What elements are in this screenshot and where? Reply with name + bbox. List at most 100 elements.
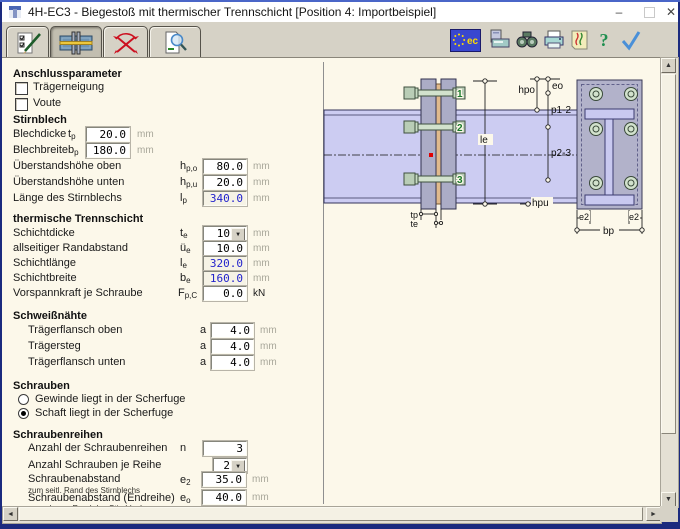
scroll-left-button[interactable]: ◄ <box>3 507 18 521</box>
abstand-seitlich-input[interactable]: 35.0 <box>202 472 246 487</box>
svg-text:3: 3 <box>457 175 463 186</box>
randabstand-unit: mm <box>253 241 270 256</box>
randabstand-input[interactable]: 10.0 <box>203 241 247 256</box>
report-notes-button[interactable] <box>567 28 593 52</box>
print-button[interactable] <box>541 28 567 52</box>
ueberstand-oben-input[interactable]: 80.0 <box>203 159 247 174</box>
ueberstand-unten-symbol: hp,u <box>180 175 197 192</box>
dimension-labels-front: e2 e2 bp <box>579 211 640 237</box>
gewinde-radio[interactable] <box>18 394 29 405</box>
gewinde-radio-label: Gewinde liegt in der Scherfuge <box>35 392 185 407</box>
tab-connection-geometry[interactable] <box>50 26 102 58</box>
blechbreite-input[interactable]: 180.0 <box>86 143 130 158</box>
scroll-right-button[interactable]: ► <box>646 507 661 521</box>
vorspannkraft-unit: kN <box>253 286 265 301</box>
weld-unten-input[interactable]: 4.0 <box>211 355 254 370</box>
tab-input-check[interactable] <box>6 26 49 58</box>
svg-text:e2: e2 <box>579 212 589 222</box>
maximize-button[interactable] <box>636 2 662 22</box>
ueberstand-oben-symbol: hp,o <box>180 159 197 176</box>
ueberstand-oben-unit: mm <box>253 159 270 174</box>
schaft-radio[interactable] <box>18 408 29 419</box>
print-copy-icon <box>488 28 512 52</box>
schichtbreite-label: Schichtbreite <box>13 271 77 286</box>
scroll-up-button[interactable]: ▲ <box>661 58 676 73</box>
weld-steg-input[interactable]: 4.0 <box>211 339 254 354</box>
weld-unten-label: Trägerflansch unten <box>28 355 125 370</box>
svg-text:p1-2: p1-2 <box>551 105 571 116</box>
ueberstand-oben-label: Überstandshöhe oben <box>13 159 121 174</box>
loads-cross-arrows-icon <box>110 30 142 56</box>
weld-steg-unit: mm <box>260 339 277 354</box>
section-trennschicht: thermische Trennschicht <box>13 212 143 226</box>
vertical-scroll-thumb[interactable] <box>661 74 676 434</box>
chevron-down-icon[interactable]: ▼ <box>231 228 245 241</box>
title-bar: 4H-EC3 - Biegestoß mit thermischer Trenn… <box>2 2 678 22</box>
app-icon <box>8 5 22 19</box>
beam-splice-icon <box>58 30 94 56</box>
ueberstand-unten-label: Überstandshöhe unten <box>13 175 124 190</box>
blechdicke-input[interactable]: 20.0 <box>86 127 130 142</box>
schichtbreite-unit: mm <box>253 271 270 286</box>
voute-checkbox[interactable] <box>15 98 28 111</box>
vorspannkraft-input[interactable]: 0.0 <box>203 286 247 301</box>
traegerneigung-checkbox[interactable] <box>15 82 28 95</box>
binoculars-icon <box>515 28 539 52</box>
svg-text:hpu: hpu <box>532 198 549 209</box>
vorspannkraft-symbol: Fp,C <box>178 286 197 303</box>
svg-text:2: 2 <box>457 123 463 134</box>
abstand-endreihe-input[interactable]: 40.0 <box>202 490 246 505</box>
svg-text:le: le <box>480 135 488 146</box>
scroll-down-button[interactable]: ▼ <box>661 492 676 507</box>
horizontal-scroll-thumb[interactable] <box>19 507 643 521</box>
section-schweissnaehte: Schweißnähte <box>13 309 87 323</box>
section-schrauben: Schrauben <box>13 379 70 393</box>
thermal-layer <box>436 84 441 204</box>
svg-text:hpo: hpo <box>518 85 535 96</box>
abstand-seitlich-unit: mm <box>252 472 269 487</box>
confirm-check-icon <box>619 28 643 52</box>
schichtlaenge-output: 320.0 <box>203 256 247 271</box>
blechdicke-symbol: tp <box>68 127 76 144</box>
weld-unten-unit: mm <box>260 355 277 370</box>
eurocode-button[interactable]: ec <box>449 28 481 52</box>
print-copy-button[interactable] <box>487 28 513 52</box>
svg-text:ec: ec <box>467 36 479 47</box>
abstand-seitlich-symbol: e2 <box>180 473 191 490</box>
weld-steg-label: Trägersteg <box>28 339 81 354</box>
weld-oben-label: Trägerflansch oben <box>28 323 122 338</box>
radio-dot <box>21 411 26 416</box>
blechbreite-symbol: bp <box>68 143 79 160</box>
svg-text:bp: bp <box>603 226 615 237</box>
tab-report-preview[interactable] <box>149 26 201 58</box>
report-notes-icon <box>568 28 592 52</box>
schichtdicke-unit: mm <box>253 226 270 241</box>
svg-text:te: te <box>410 219 418 229</box>
laenge-stirnblech-unit: mm <box>253 191 270 206</box>
help-button[interactable]: ? <box>594 28 614 52</box>
blechdicke-label: Blechdicke <box>13 127 66 142</box>
anzahl-reihen-input[interactable]: 3 <box>203 441 247 456</box>
checklist-pencil-icon <box>12 30 44 56</box>
vertical-scrollbar[interactable]: ▲ ▼ <box>660 57 679 508</box>
section-stirnblech: Stirnblech <box>13 113 67 127</box>
document-magnifier-icon <box>159 30 191 56</box>
printer-icon <box>542 28 566 52</box>
ueberstand-unten-input[interactable]: 20.0 <box>203 175 247 190</box>
blechdicke-unit: mm <box>137 127 154 142</box>
anzahl-je-reihe-select[interactable]: 2▼ <box>213 458 247 473</box>
laenge-stirnblech-output: 340.0 <box>203 191 247 206</box>
horizontal-scrollbar[interactable]: ◄ ► <box>2 506 662 524</box>
schichtdicke-select[interactable]: 10▼ <box>203 226 247 241</box>
tab-loads[interactable] <box>103 26 148 58</box>
svg-text:eo: eo <box>552 81 564 92</box>
confirm-button[interactable] <box>618 28 644 52</box>
close-button[interactable]: ✕ <box>662 2 680 22</box>
anzahl-je-reihe-label: Anzahl Schrauben je Reihe <box>28 458 161 473</box>
maximize-icon <box>644 7 655 18</box>
weld-oben-input[interactable]: 4.0 <box>211 323 254 338</box>
minimize-button[interactable]: – <box>606 2 632 22</box>
blechbreite-label: Blechbreite <box>13 143 68 158</box>
search-button[interactable] <box>514 28 540 52</box>
voute-label: Voute <box>33 96 61 111</box>
